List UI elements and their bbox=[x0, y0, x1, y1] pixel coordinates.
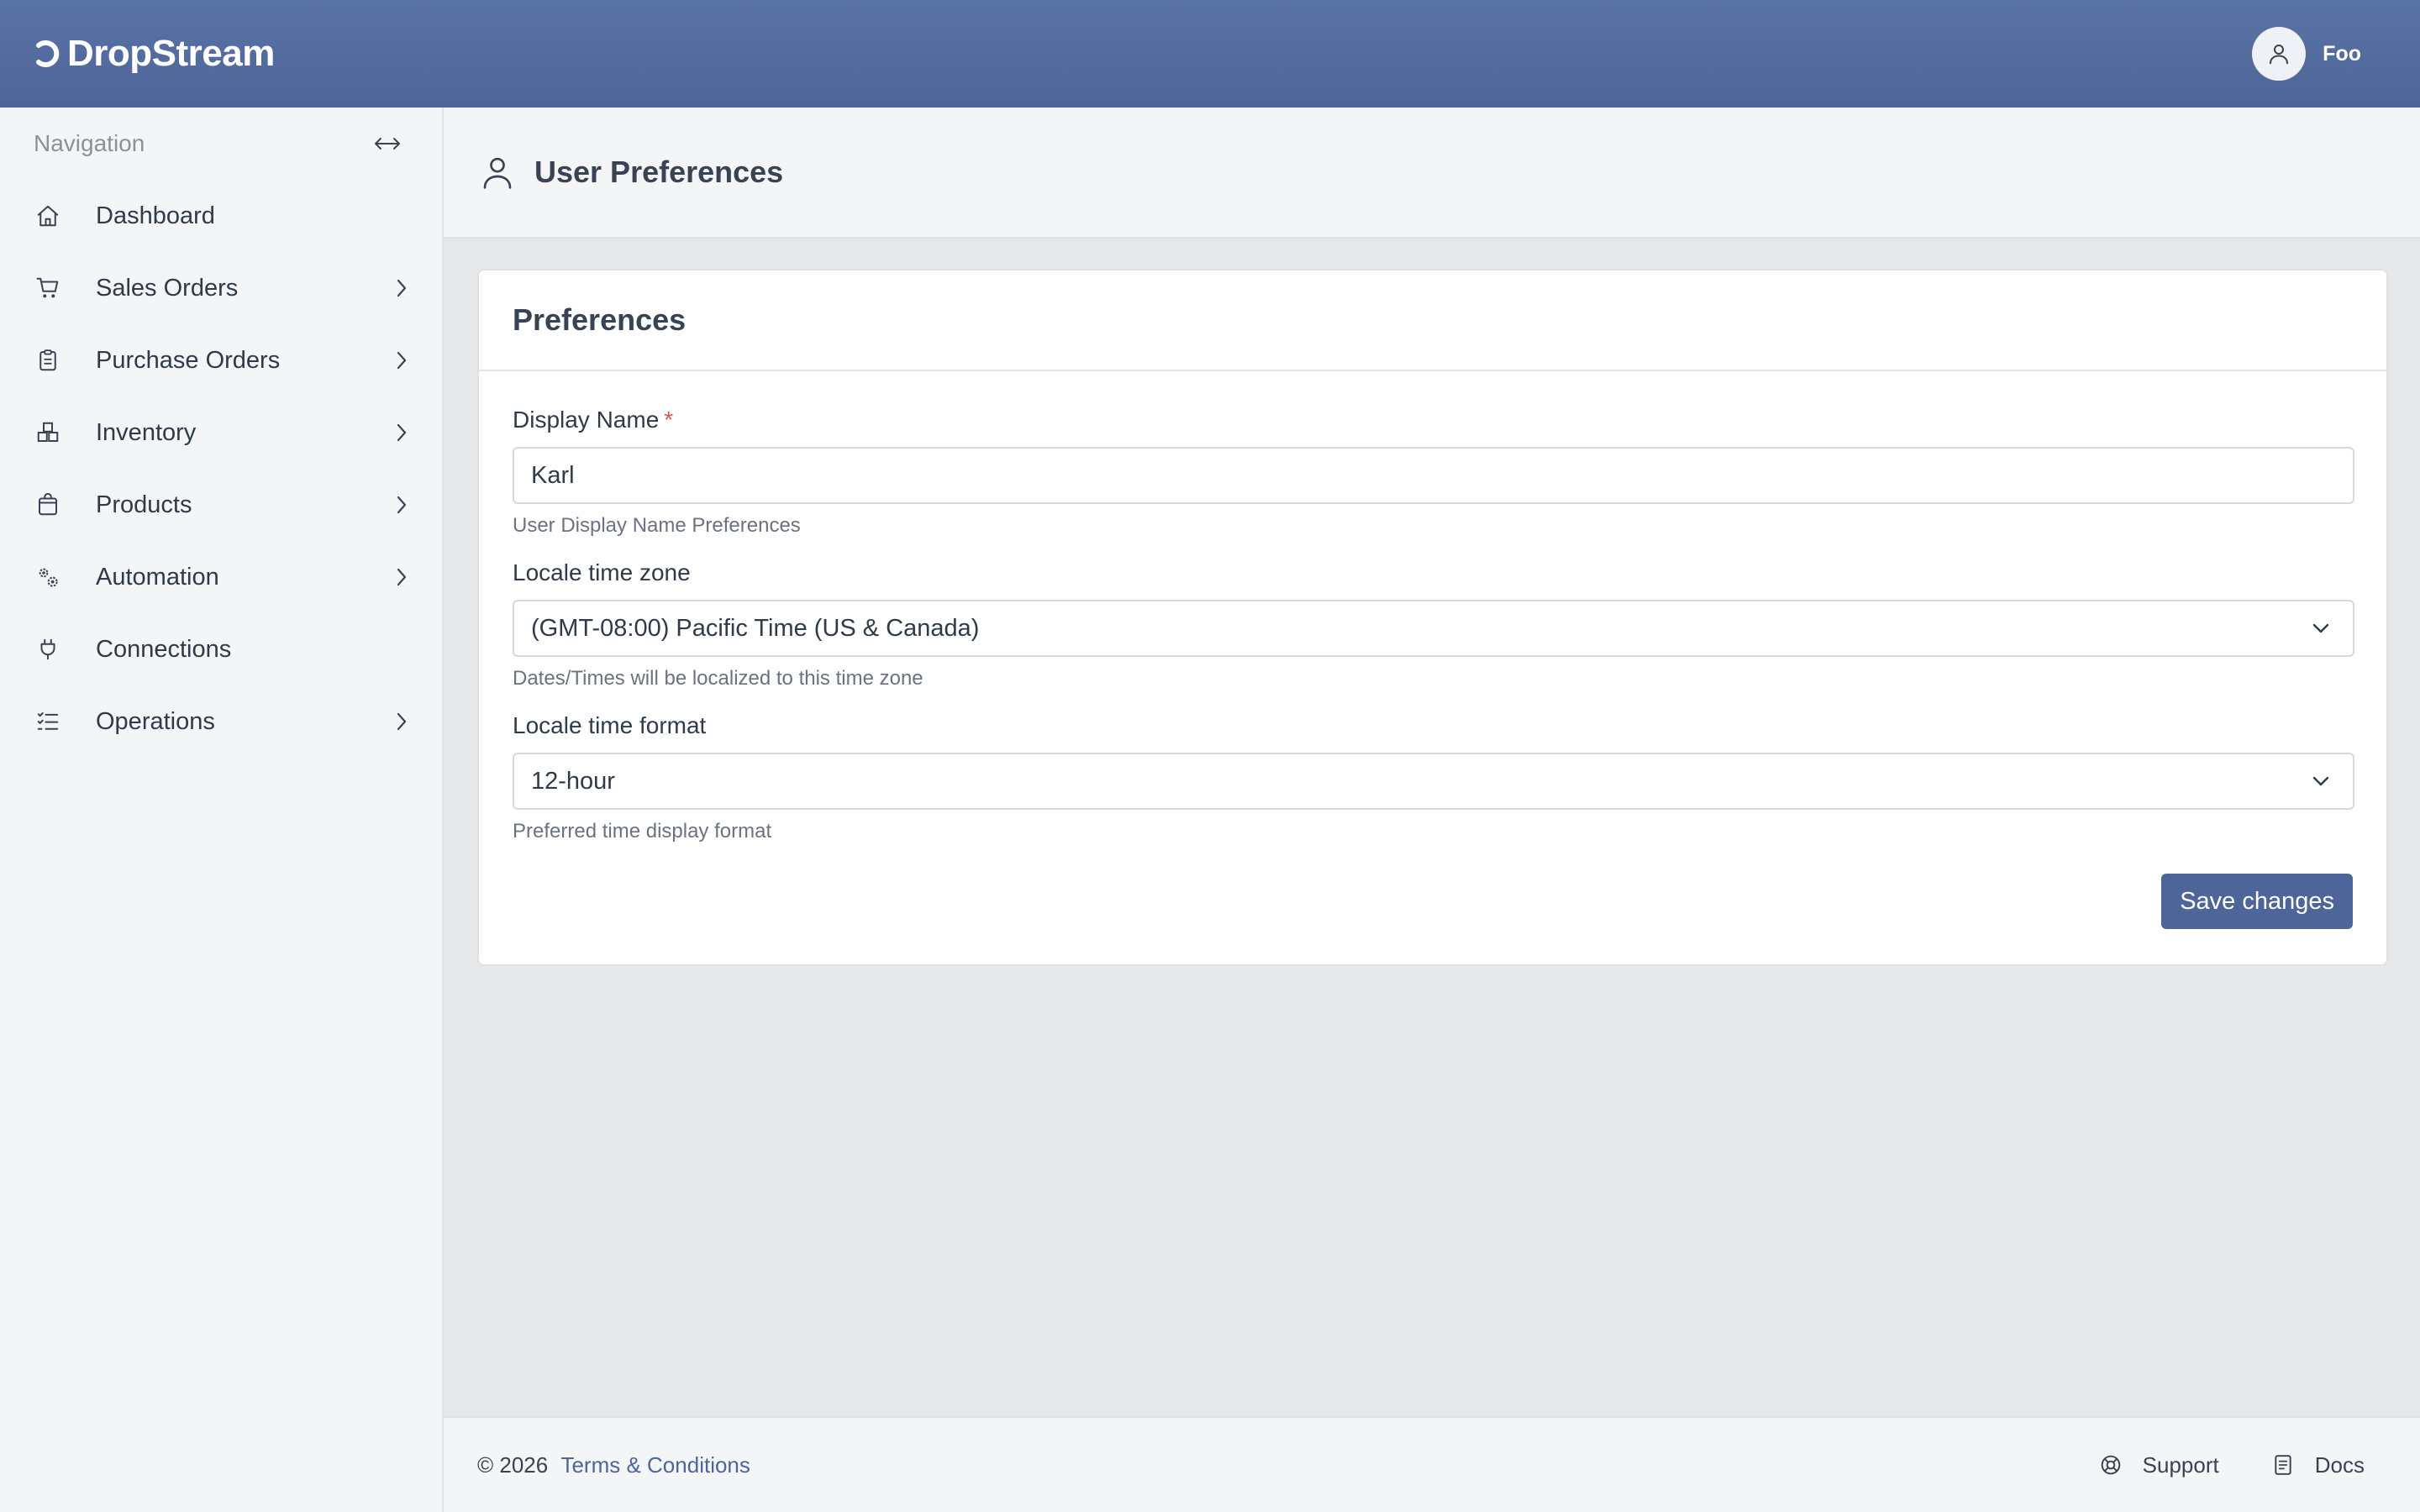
sidebar-item-operations[interactable]: Operations bbox=[0, 685, 442, 758]
sidebar-item-purchase-orders[interactable]: Purchase Orders bbox=[0, 324, 442, 396]
brand-name: DropStream bbox=[67, 33, 275, 74]
list-icon bbox=[34, 707, 62, 736]
display-name-hint: User Display Name Preferences bbox=[513, 514, 801, 537]
sidebar-item-label: Automation bbox=[96, 563, 219, 591]
sidebar-item-label: Products bbox=[96, 491, 192, 518]
time-format-select[interactable]: 12-hour bbox=[513, 753, 2354, 810]
chevron-right-icon[interactable] bbox=[393, 710, 410, 733]
chevron-right-icon[interactable] bbox=[393, 349, 410, 372]
docs-label: Docs bbox=[2314, 1452, 2365, 1478]
time-format-value: 12-hour bbox=[531, 767, 615, 795]
chevron-right-icon[interactable] bbox=[393, 421, 410, 444]
time-zone-value: (GMT-08:00) Pacific Time (US & Canada) bbox=[531, 614, 980, 642]
sidebar-title: Navigation bbox=[34, 130, 145, 156]
dropstream-logo-icon bbox=[36, 40, 60, 67]
sidebar-item-label: Sales Orders bbox=[96, 274, 239, 302]
sidebar-item-label: Operations bbox=[96, 707, 215, 735]
time-format-field: Locale time format 12-hour Preferred tim… bbox=[513, 712, 2354, 843]
lifebuoy-icon bbox=[2099, 1453, 2123, 1477]
preferences-form: Display Name * Karl User Display Name Pre… bbox=[479, 371, 2386, 929]
display-name-label-text: Display Name bbox=[513, 407, 660, 433]
display-name-label: Display Name * bbox=[513, 407, 2353, 433]
copyright-text: © 2026 bbox=[477, 1452, 549, 1478]
time-format-label: Locale time format bbox=[513, 712, 707, 738]
display-name-value: Karl bbox=[531, 461, 575, 489]
chevron-down-icon bbox=[2311, 621, 2333, 636]
bag-icon bbox=[34, 491, 62, 519]
chevron-right-icon[interactable] bbox=[393, 276, 410, 300]
home-icon bbox=[34, 202, 62, 230]
sidebar-nav: Dashboard Sales Orders Purchase Orders I… bbox=[0, 180, 442, 758]
sidebar-item-label: Inventory bbox=[96, 418, 197, 446]
sidebar-item-products[interactable]: Products bbox=[0, 469, 442, 541]
sidebar-header: Navigation bbox=[0, 108, 442, 180]
required-marker: * bbox=[664, 407, 674, 433]
card-title: Preferences bbox=[513, 302, 687, 337]
sidebar-item-dashboard[interactable]: Dashboard bbox=[0, 180, 442, 252]
top-bar: DropStream Foo bbox=[0, 0, 2420, 108]
preferences-card: Preferences Display Name * Karl User Disp… bbox=[477, 269, 2388, 966]
terms-link[interactable]: Terms & Conditions bbox=[560, 1452, 750, 1478]
sidebar-item-label: Connections bbox=[96, 635, 232, 663]
gears-icon bbox=[34, 563, 62, 591]
display-name-input[interactable]: Karl bbox=[513, 447, 2354, 504]
chevron-right-icon[interactable] bbox=[393, 565, 410, 589]
collapse-sidebar-icon[interactable] bbox=[373, 135, 402, 152]
time-zone-hint: Dates/Times will be localized to this ti… bbox=[513, 667, 923, 690]
sidebar-item-label: Purchase Orders bbox=[96, 346, 281, 374]
clipboard-icon bbox=[34, 346, 62, 375]
avatar[interactable] bbox=[2252, 27, 2307, 81]
boxes-icon bbox=[34, 418, 62, 447]
document-icon bbox=[2271, 1453, 2295, 1477]
main-content: User Preferences Preferences Display Nam… bbox=[444, 108, 2420, 1418]
sidebar-item-sales-orders[interactable]: Sales Orders bbox=[0, 252, 442, 324]
save-changes-button[interactable]: Save changes bbox=[2161, 874, 2353, 929]
card-header: Preferences bbox=[479, 270, 2386, 371]
brand-logo[interactable]: DropStream bbox=[34, 33, 275, 75]
time-zone-field: Locale time zone (GMT-08:00) Pacific Tim… bbox=[513, 559, 2354, 690]
support-link[interactable]: Support bbox=[2099, 1452, 2219, 1478]
app-root: DropStream Foo Navigation Dashboard Sale… bbox=[0, 0, 2420, 1512]
sidebar-item-label: Dashboard bbox=[96, 202, 215, 229]
page-header: User Preferences bbox=[444, 108, 2420, 239]
footer-links: Support Docs bbox=[2047, 1452, 2365, 1478]
sidebar: Navigation Dashboard Sales Orders Purcha… bbox=[0, 108, 444, 1512]
user-icon bbox=[2270, 45, 2289, 65]
user-icon bbox=[481, 152, 518, 192]
docs-link[interactable]: Docs bbox=[2271, 1452, 2365, 1478]
time-zone-label: Locale time zone bbox=[513, 559, 691, 585]
chevron-down-icon bbox=[2311, 774, 2333, 789]
page-title: User Preferences bbox=[534, 155, 784, 189]
footer: © 2026 Terms & Conditions Support Docs bbox=[444, 1416, 2420, 1512]
sidebar-item-inventory[interactable]: Inventory bbox=[0, 396, 442, 469]
cart-icon bbox=[34, 274, 62, 302]
sidebar-item-automation[interactable]: Automation bbox=[0, 541, 442, 613]
time-zone-select[interactable]: (GMT-08:00) Pacific Time (US & Canada) bbox=[513, 600, 2354, 657]
chevron-right-icon[interactable] bbox=[393, 493, 410, 517]
support-label: Support bbox=[2142, 1452, 2219, 1478]
copyright: © 2026 Terms & Conditions bbox=[477, 1452, 750, 1478]
sidebar-item-connections[interactable]: Connections bbox=[0, 613, 442, 685]
time-format-hint: Preferred time display format bbox=[513, 820, 772, 843]
user-name[interactable]: Foo bbox=[2323, 42, 2361, 66]
user-menu[interactable]: Foo bbox=[2252, 27, 2361, 81]
display-name-field: Display Name * Karl User Display Name Pre… bbox=[513, 407, 2354, 538]
plug-icon bbox=[34, 635, 62, 664]
